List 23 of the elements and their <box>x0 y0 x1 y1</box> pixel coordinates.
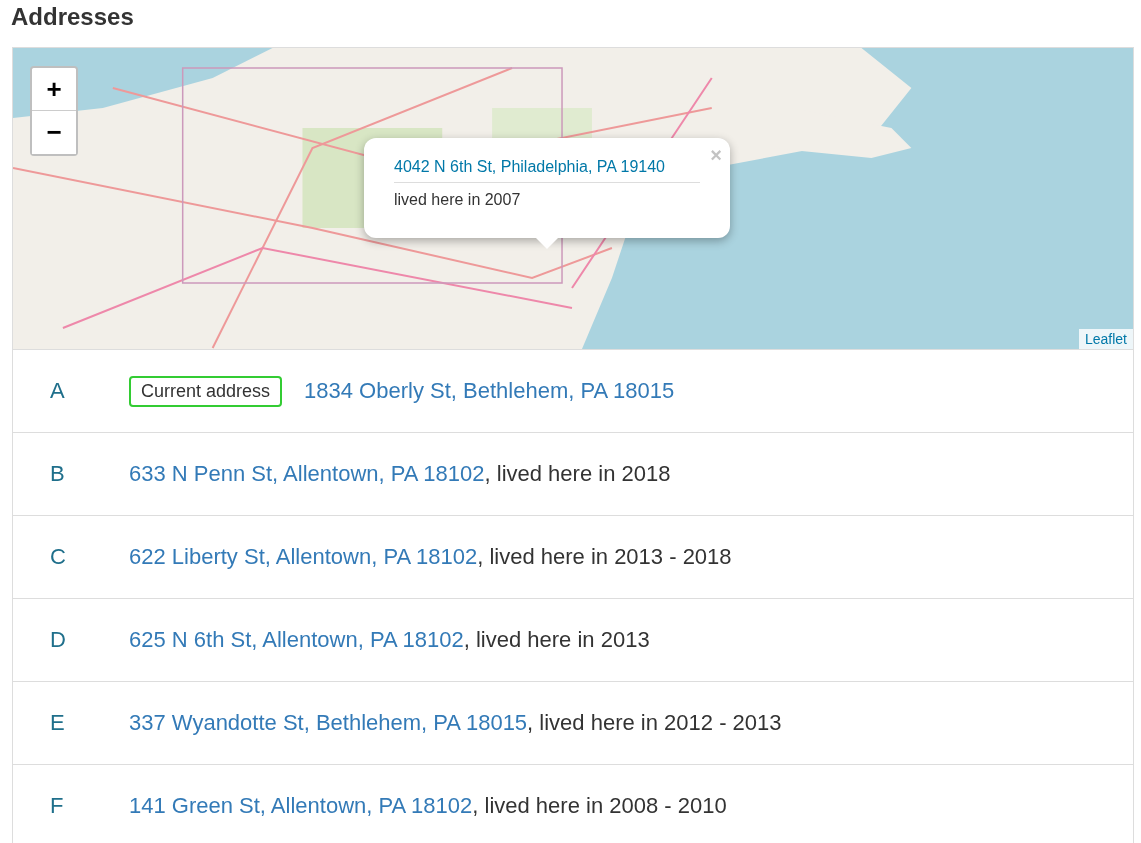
zoom-in-button[interactable]: + <box>32 68 76 111</box>
marker-letter: C <box>49 544 67 570</box>
marker-letter: D <box>49 627 67 653</box>
marker-letter: B <box>49 461 66 487</box>
address-link[interactable]: 625 N 6th St, Allentown, PA 18102 <box>129 627 464 652</box>
address-entry: 622 Liberty St, Allentown, PA 18102, lived here in 2013 - 2018 <box>129 544 732 570</box>
address-link[interactable]: 141 Green St, Allentown, PA 18102 <box>129 793 473 818</box>
popup-note: lived here in 2007 <box>394 190 522 209</box>
popup-address-link[interactable]: 4042 N 6th St, Philadelphia, PA 19140 <box>394 158 700 183</box>
marker-letter: F <box>49 793 65 819</box>
section-title: Addresses <box>11 2 135 32</box>
address-entry: 337 Wyandotte St, Bethlehem, PA 18015, lived here in 2012 - 2013 <box>129 710 782 736</box>
address-entry: 633 N Penn St, Allentown, PA 18102, lived here in 2018 <box>129 461 671 487</box>
current-badge: Current address <box>129 375 283 407</box>
address-link[interactable]: 1834 Oberly St, Bethlehem, PA 18015 <box>304 378 675 403</box>
address-entry: 625 N 6th St, Allentown, PA 18102, lived here in 2013 <box>129 627 650 653</box>
address-link[interactable]: 633 N Penn St, Allentown, PA 18102 <box>129 461 485 486</box>
address-link[interactable]: 622 Liberty St, Allentown, PA 18102 <box>129 544 478 569</box>
marker-letter: E <box>49 710 66 736</box>
address-entry: 141 Green St, Allentown, PA 18102, lived here in 2008 - 2010 <box>129 793 727 819</box>
address-link[interactable]: 337 Wyandotte St, Bethlehem, PA 18015 <box>129 710 528 735</box>
attribution-link[interactable]: Leaflet <box>1078 329 1133 349</box>
marker-letter: A <box>49 378 66 404</box>
